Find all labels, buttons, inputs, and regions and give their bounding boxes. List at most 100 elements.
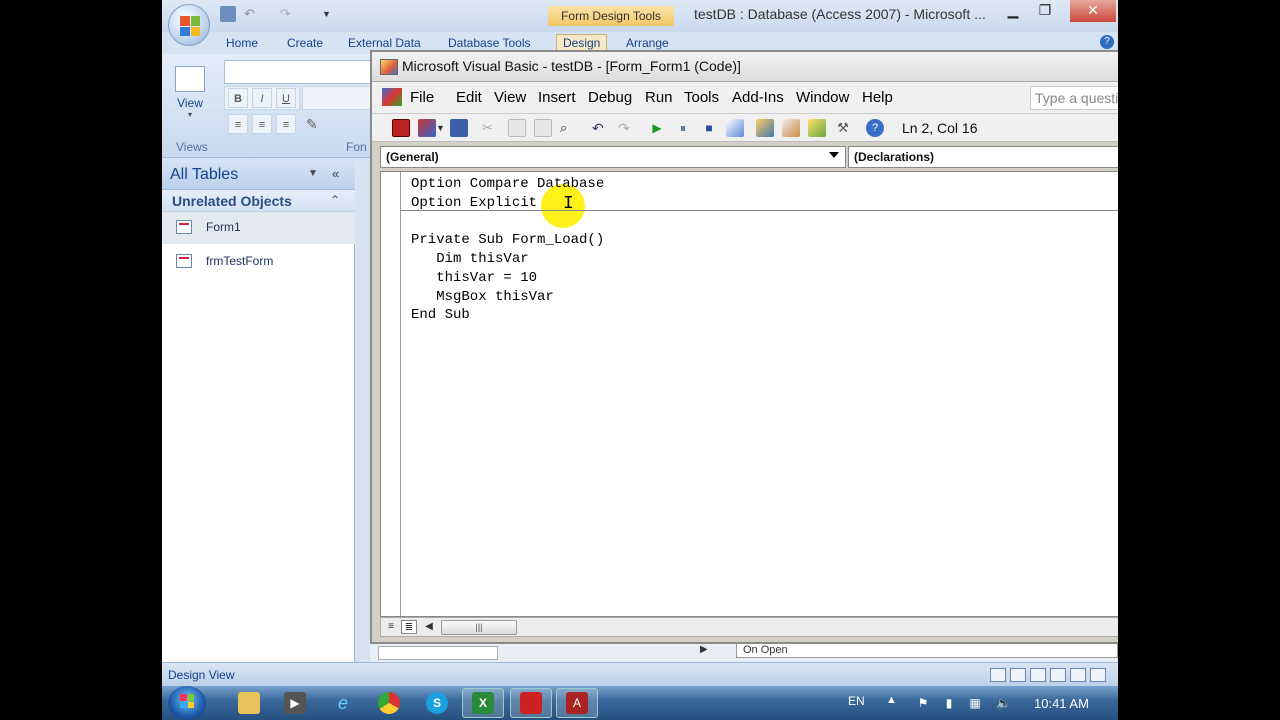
menu-run[interactable]: Run	[645, 89, 673, 106]
view-access-icon[interactable]	[392, 119, 410, 137]
save-icon[interactable]	[450, 119, 468, 137]
code-editor[interactable]: Option Compare Database Option Explicit …	[380, 171, 1118, 617]
menu-view[interactable]: View	[494, 89, 526, 106]
tab-external-data[interactable]: External Data	[348, 36, 421, 50]
undo-icon[interactable]: ↶	[244, 6, 260, 22]
code-line[interactable]: Option Compare Database	[411, 175, 604, 194]
help-icon[interactable]: ?	[866, 119, 884, 137]
start-button[interactable]	[168, 686, 206, 720]
reset-icon[interactable]: ■	[700, 119, 718, 137]
office-button[interactable]	[168, 4, 210, 46]
properties-window-icon[interactable]	[782, 119, 800, 137]
nav-pane-dropdown-icon[interactable]: ▼	[308, 168, 318, 179]
pivottable-view-icon[interactable]	[1030, 668, 1046, 682]
nav-group-header[interactable]: Unrelated Objects ⌃	[162, 190, 355, 212]
undo-icon[interactable]: ↶	[592, 119, 610, 137]
horizontal-scrollbar[interactable]: ≡ ≣ ◀ |||	[380, 617, 1118, 637]
minimize-button[interactable]: ▁	[998, 0, 1028, 22]
nav-pane-header[interactable]: All Tables ▼ «	[162, 158, 355, 190]
menu-debug[interactable]: Debug	[588, 89, 632, 106]
excel-icon[interactable]: X	[472, 692, 494, 714]
view-button[interactable]: View ▾	[168, 62, 212, 136]
tab-home[interactable]: Home	[226, 36, 258, 50]
chevron-down-icon[interactable]	[829, 152, 839, 158]
procedure-view-icon[interactable]: ≡	[383, 620, 399, 634]
chrome-icon[interactable]	[378, 692, 400, 714]
format-painter-icon[interactable]: ✎	[306, 116, 318, 133]
nav-item-frmtestform[interactable]: frmTestForm	[162, 246, 355, 278]
form-view-icon[interactable]	[990, 668, 1006, 682]
save-icon[interactable]	[220, 6, 236, 22]
property-on-open[interactable]: On Open	[736, 642, 1118, 658]
menu-edit[interactable]: Edit	[456, 89, 482, 106]
maximize-button[interactable]: ❐	[1030, 0, 1060, 22]
customize-qat-icon[interactable]: ▼	[322, 6, 338, 22]
font-name-box[interactable]	[224, 60, 374, 84]
paste-icon[interactable]	[534, 119, 552, 137]
collapse-group-icon[interactable]: ⌃	[330, 193, 340, 207]
menu-file[interactable]: File	[410, 89, 434, 106]
skype-icon[interactable]: S	[426, 692, 448, 714]
find-icon[interactable]: ⌕	[560, 119, 578, 137]
menu-add-ins[interactable]: Add-Ins	[732, 89, 784, 106]
redo-icon[interactable]: ↷	[280, 6, 296, 22]
align-left-icon[interactable]: ≡	[228, 114, 248, 134]
design-scrollbar[interactable]	[378, 646, 498, 660]
media-player-icon[interactable]: ▶	[284, 692, 306, 714]
object-combo[interactable]: (General)	[380, 146, 846, 168]
project-explorer-icon[interactable]	[756, 119, 774, 137]
font-size-box[interactable]	[302, 86, 374, 110]
break-icon[interactable]: ⏸	[674, 119, 692, 137]
italic-button[interactable]: I	[252, 88, 272, 108]
underline-button[interactable]: U	[276, 88, 296, 108]
pivotchart-view-icon[interactable]	[1050, 668, 1066, 682]
redo-icon[interactable]: ↷	[618, 119, 636, 137]
shutter-bar-close-icon[interactable]: «	[332, 166, 339, 181]
tab-arrange[interactable]: Arrange	[626, 36, 669, 50]
code-line[interactable]: thisVar = 10	[411, 269, 537, 288]
power-icon[interactable]: ▮	[942, 696, 956, 710]
clock[interactable]: 10:41 AM	[1034, 696, 1089, 711]
datasheet-view-icon[interactable]	[1010, 668, 1026, 682]
language-indicator[interactable]: EN	[848, 694, 865, 708]
layout-view-icon[interactable]	[1070, 668, 1086, 682]
copy-icon[interactable]	[508, 119, 526, 137]
align-center-icon[interactable]: ≡	[252, 114, 272, 134]
menu-insert[interactable]: Insert	[538, 89, 576, 106]
code-window-icon[interactable]	[382, 88, 402, 106]
action-center-flag-icon[interactable]: ⚑	[916, 696, 930, 710]
run-icon[interactable]: ▶	[648, 119, 666, 137]
help-search-input[interactable]: Type a questi	[1030, 86, 1118, 110]
code-line[interactable]: MsgBox thisVar	[411, 288, 554, 307]
acrobat-icon[interactable]	[520, 692, 542, 714]
access-icon[interactable]: A	[566, 692, 588, 714]
design-view-icon[interactable]	[1090, 668, 1106, 682]
show-hidden-icons-icon[interactable]: ▲	[886, 694, 897, 706]
volume-icon[interactable]: 🔈	[996, 696, 1011, 710]
object-browser-icon[interactable]	[808, 119, 826, 137]
scrollbar-thumb[interactable]: |||	[441, 620, 517, 635]
close-button[interactable]: ✕	[1070, 0, 1116, 22]
cut-icon[interactable]: ✂	[482, 119, 500, 137]
design-mode-icon[interactable]	[726, 119, 744, 137]
menu-help[interactable]: Help	[862, 89, 893, 106]
tab-create[interactable]: Create	[287, 36, 323, 50]
nav-item-form1[interactable]: Form1	[162, 212, 355, 244]
procedure-combo[interactable]: (Declarations)	[848, 146, 1118, 168]
internet-explorer-icon[interactable]: e	[332, 692, 354, 714]
menu-window[interactable]: Window	[796, 89, 849, 106]
tab-database-tools[interactable]: Database Tools	[448, 36, 531, 50]
code-line[interactable]: Private Sub Form_Load()	[411, 231, 604, 250]
bold-button[interactable]: B	[228, 88, 248, 108]
full-module-view-icon[interactable]: ≣	[401, 620, 417, 634]
code-line[interactable]: Dim thisVar	[411, 250, 528, 269]
help-icon[interactable]: ?	[1100, 35, 1114, 49]
scroll-right-icon[interactable]: ▶	[700, 644, 708, 655]
toolbox-icon[interactable]: ⚒	[834, 119, 852, 137]
insert-dropdown-icon[interactable]: ▼	[436, 119, 446, 137]
insert-userform-icon[interactable]	[418, 119, 436, 137]
scroll-left-icon[interactable]: ◀	[421, 620, 437, 634]
align-right-icon[interactable]: ≡	[276, 114, 296, 134]
network-icon[interactable]: ▦	[968, 696, 982, 710]
menu-tools[interactable]: Tools	[684, 89, 719, 106]
